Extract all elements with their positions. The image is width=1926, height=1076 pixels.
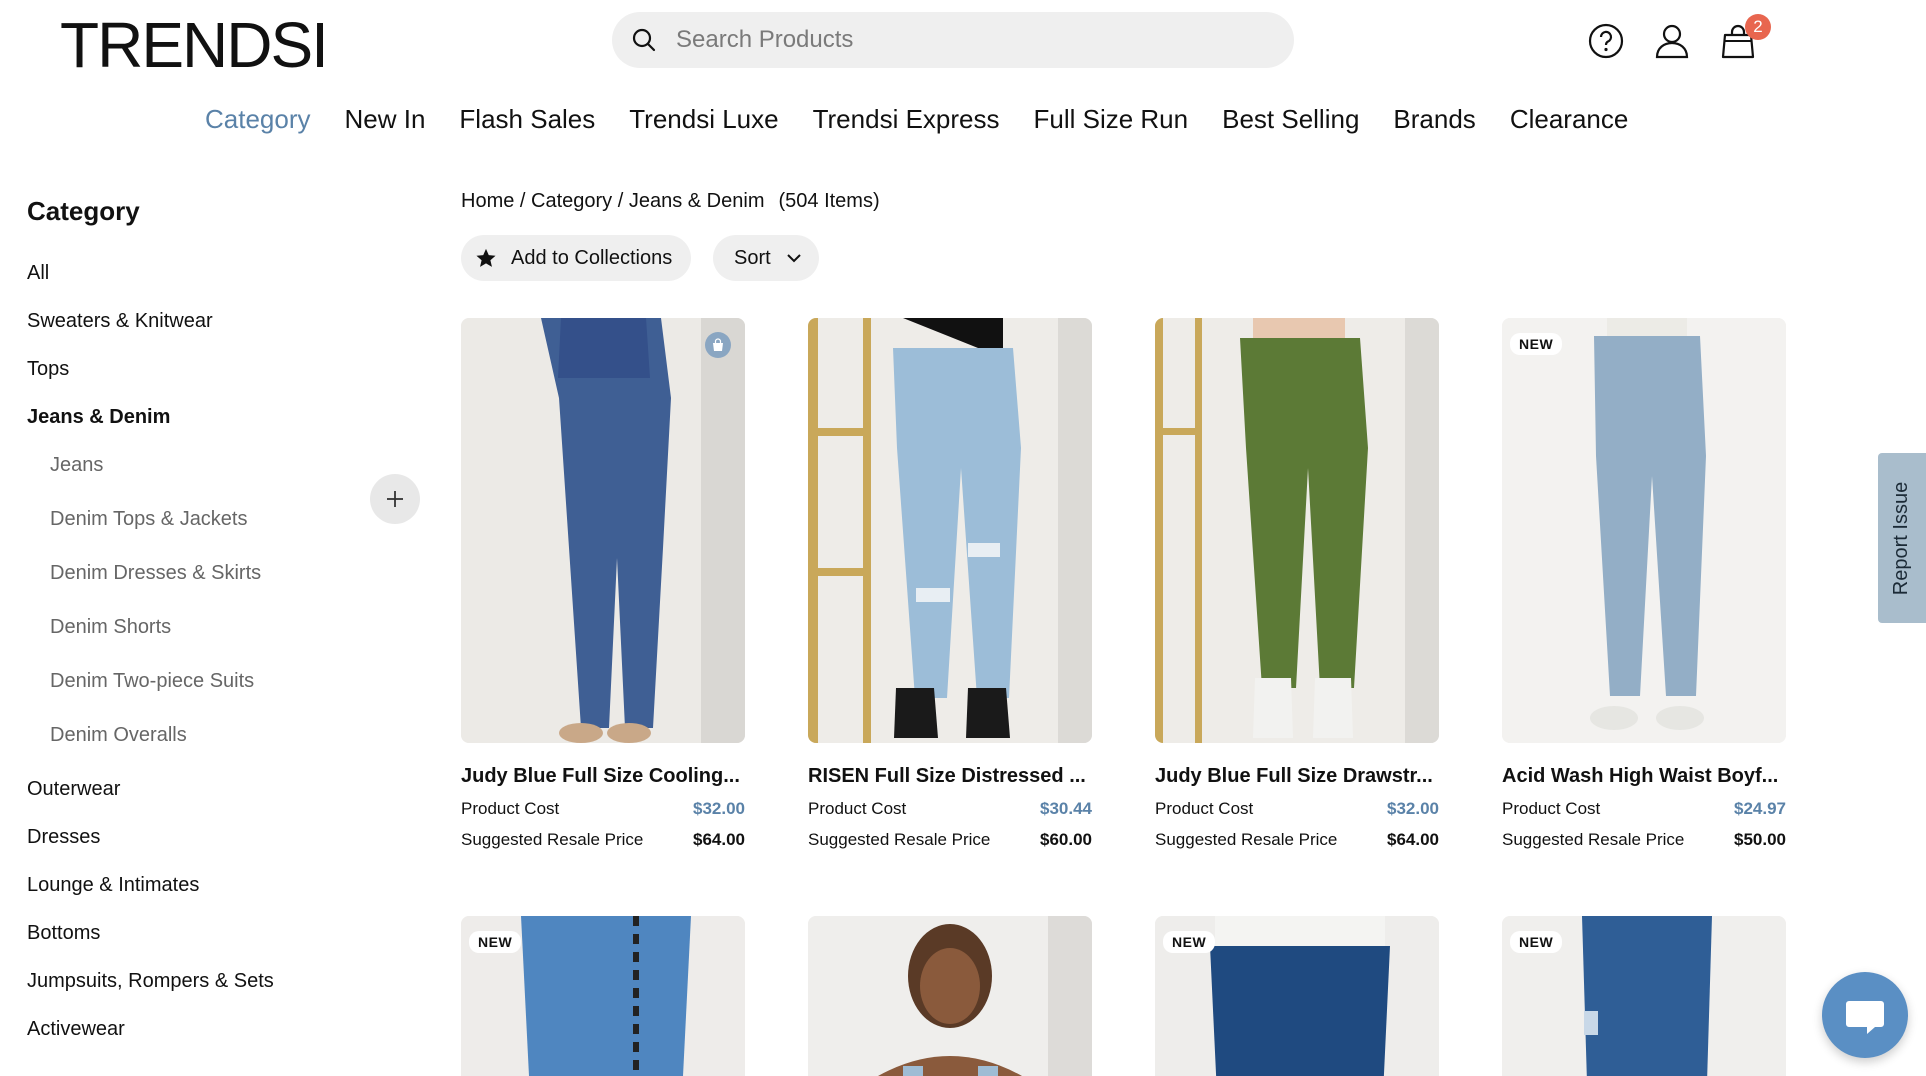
breadcrumb-separator: / bbox=[514, 190, 532, 212]
nav-item-full-size-run[interactable]: Full Size Run bbox=[1033, 104, 1188, 135]
main-nav: Category New In Flash Sales Trendsi Luxe… bbox=[205, 104, 1628, 135]
sidebar-subitem-denim-shorts[interactable]: Denim Shorts bbox=[27, 616, 274, 670]
sort-dropdown[interactable]: Sort bbox=[713, 235, 819, 281]
resale-price: $64.00 bbox=[1387, 830, 1439, 849]
sidebar-subitem-denim-tops[interactable]: Denim Tops & Jackets bbox=[27, 508, 274, 562]
sidebar-item-lounge[interactable]: Lounge & Intimates bbox=[27, 874, 274, 922]
product-cost-label: Product Cost bbox=[808, 799, 907, 818]
product-image[interactable]: NEW bbox=[1502, 916, 1786, 1076]
category-sidebar: All Sweaters & Knitwear Tops Jeans & Den… bbox=[27, 262, 274, 1066]
sidebar-subitem-denim-two-piece[interactable]: Denim Two-piece Suits bbox=[27, 670, 274, 724]
resale-price: $64.00 bbox=[693, 830, 745, 849]
sidebar-item-sweaters[interactable]: Sweaters & Knitwear bbox=[27, 310, 274, 358]
sidebar-subitem-jeans[interactable]: Jeans bbox=[27, 454, 274, 508]
add-to-collections-button[interactable]: Add to Collections bbox=[461, 235, 691, 281]
product-image[interactable] bbox=[808, 916, 1092, 1076]
product-cost: $24.97 bbox=[1734, 799, 1786, 818]
nav-item-new-in[interactable]: New In bbox=[345, 104, 426, 135]
resale-price: $50.00 bbox=[1734, 830, 1786, 849]
resale-price-label: Suggested Resale Price bbox=[1502, 830, 1685, 849]
product-cost-label: Product Cost bbox=[1502, 799, 1601, 818]
resale-price-label: Suggested Resale Price bbox=[461, 830, 644, 849]
sidebar-item-jumpsuits[interactable]: Jumpsuits, Rompers & Sets bbox=[27, 970, 274, 1018]
product-card[interactable]: RISEN Full Size Distressed ... Product C… bbox=[808, 318, 1092, 850]
product-card[interactable]: Judy Blue Full Size Cooling... Product C… bbox=[461, 318, 745, 850]
sidebar-item-activewear[interactable]: Activewear bbox=[27, 1018, 274, 1066]
sidebar-title: Category bbox=[27, 196, 140, 226]
breadcrumb-category[interactable]: Category bbox=[531, 190, 612, 212]
search-icon[interactable] bbox=[630, 26, 658, 54]
chevron-down-icon bbox=[785, 249, 803, 267]
expand-plus-button[interactable] bbox=[370, 474, 420, 524]
product-name[interactable]: Judy Blue Full Size Cooling... bbox=[461, 765, 745, 788]
nav-item-clearance[interactable]: Clearance bbox=[1510, 104, 1629, 135]
breadcrumb-current: Jeans & Denim bbox=[628, 190, 765, 212]
trendsi-logo[interactable]: TRENDSI bbox=[60, 8, 329, 82]
product-image[interactable] bbox=[1155, 318, 1439, 743]
product-image[interactable]: NEW bbox=[1502, 318, 1786, 743]
product-card[interactable]: NEW bbox=[1155, 916, 1439, 1076]
resale-price-label: Suggested Resale Price bbox=[808, 830, 991, 849]
product-card[interactable]: NEW Acid Wash High Waist Boyf... Product… bbox=[1502, 318, 1786, 850]
nav-item-brands[interactable]: Brands bbox=[1393, 104, 1475, 135]
new-badge: NEW bbox=[1163, 931, 1216, 953]
product-cost-label: Product Cost bbox=[461, 799, 560, 818]
product-image[interactable]: NEW bbox=[1155, 916, 1439, 1076]
account-icon[interactable] bbox=[1651, 20, 1693, 62]
product-card[interactable] bbox=[808, 916, 1092, 1076]
resale-price-label: Suggested Resale Price bbox=[1155, 830, 1338, 849]
star-icon bbox=[476, 248, 496, 267]
nav-item-best-selling[interactable]: Best Selling bbox=[1222, 104, 1359, 135]
sidebar-subitem-denim-overalls[interactable]: Denim Overalls bbox=[27, 724, 274, 778]
product-name[interactable]: Judy Blue Full Size Drawstr... bbox=[1155, 765, 1439, 788]
help-icon[interactable] bbox=[1585, 20, 1627, 62]
sidebar-item-bottoms[interactable]: Bottoms bbox=[27, 922, 274, 970]
product-name[interactable]: RISEN Full Size Distressed ... bbox=[808, 765, 1092, 788]
product-cost: $32.00 bbox=[693, 799, 745, 818]
sidebar-item-outerwear[interactable]: Outerwear bbox=[27, 778, 274, 826]
report-issue-label: Report Issue bbox=[1890, 481, 1913, 595]
add-to-collections-label: Add to Collections bbox=[511, 246, 673, 269]
breadcrumb: Home / Category / Jeans & Denim (504 Item… bbox=[461, 190, 880, 213]
new-badge: NEW bbox=[1510, 333, 1563, 355]
sidebar-item-tops[interactable]: Tops bbox=[27, 358, 274, 406]
product-cost: $30.44 bbox=[1040, 799, 1092, 818]
new-badge: NEW bbox=[1510, 931, 1563, 953]
search-bar[interactable] bbox=[612, 12, 1294, 68]
cart-count-badge: 2 bbox=[1745, 14, 1771, 40]
product-cost: $32.00 bbox=[1387, 799, 1439, 818]
sidebar-item-dresses[interactable]: Dresses bbox=[27, 826, 274, 874]
sort-label: Sort bbox=[734, 246, 771, 269]
report-issue-tab[interactable]: Report Issue bbox=[1878, 453, 1926, 623]
product-image[interactable] bbox=[808, 318, 1092, 743]
nav-item-trendsi-express[interactable]: Trendsi Express bbox=[813, 104, 1000, 135]
plus-icon bbox=[387, 491, 403, 507]
item-count: (504 Items) bbox=[778, 190, 880, 212]
nav-item-trendsi-luxe[interactable]: Trendsi Luxe bbox=[629, 104, 778, 135]
nav-item-flash-sales[interactable]: Flash Sales bbox=[459, 104, 595, 135]
nav-item-category[interactable]: Category bbox=[205, 104, 311, 135]
resale-price: $60.00 bbox=[1040, 830, 1092, 849]
shopping-bag-icon bbox=[705, 332, 731, 358]
sidebar-item-jeans-denim[interactable]: Jeans & Denim bbox=[27, 406, 274, 454]
product-cost-label: Product Cost bbox=[1155, 799, 1254, 818]
sidebar-subitem-denim-dresses[interactable]: Denim Dresses & Skirts bbox=[27, 562, 274, 616]
sidebar-item-all[interactable]: All bbox=[27, 262, 274, 310]
product-card[interactable]: Judy Blue Full Size Drawstr... Product C… bbox=[1155, 318, 1439, 850]
new-badge: NEW bbox=[469, 931, 522, 953]
product-image[interactable] bbox=[461, 318, 745, 743]
search-input[interactable] bbox=[676, 26, 1236, 54]
breadcrumb-separator: / bbox=[612, 190, 629, 212]
product-name[interactable]: Acid Wash High Waist Boyf... bbox=[1502, 765, 1786, 788]
chat-icon bbox=[1846, 1001, 1884, 1034]
product-card[interactable]: NEW bbox=[1502, 916, 1786, 1076]
chat-button[interactable] bbox=[1822, 972, 1908, 1058]
product-card[interactable]: NEW bbox=[461, 916, 745, 1076]
product-image[interactable]: NEW bbox=[461, 916, 745, 1076]
breadcrumb-home[interactable]: Home bbox=[461, 190, 514, 212]
